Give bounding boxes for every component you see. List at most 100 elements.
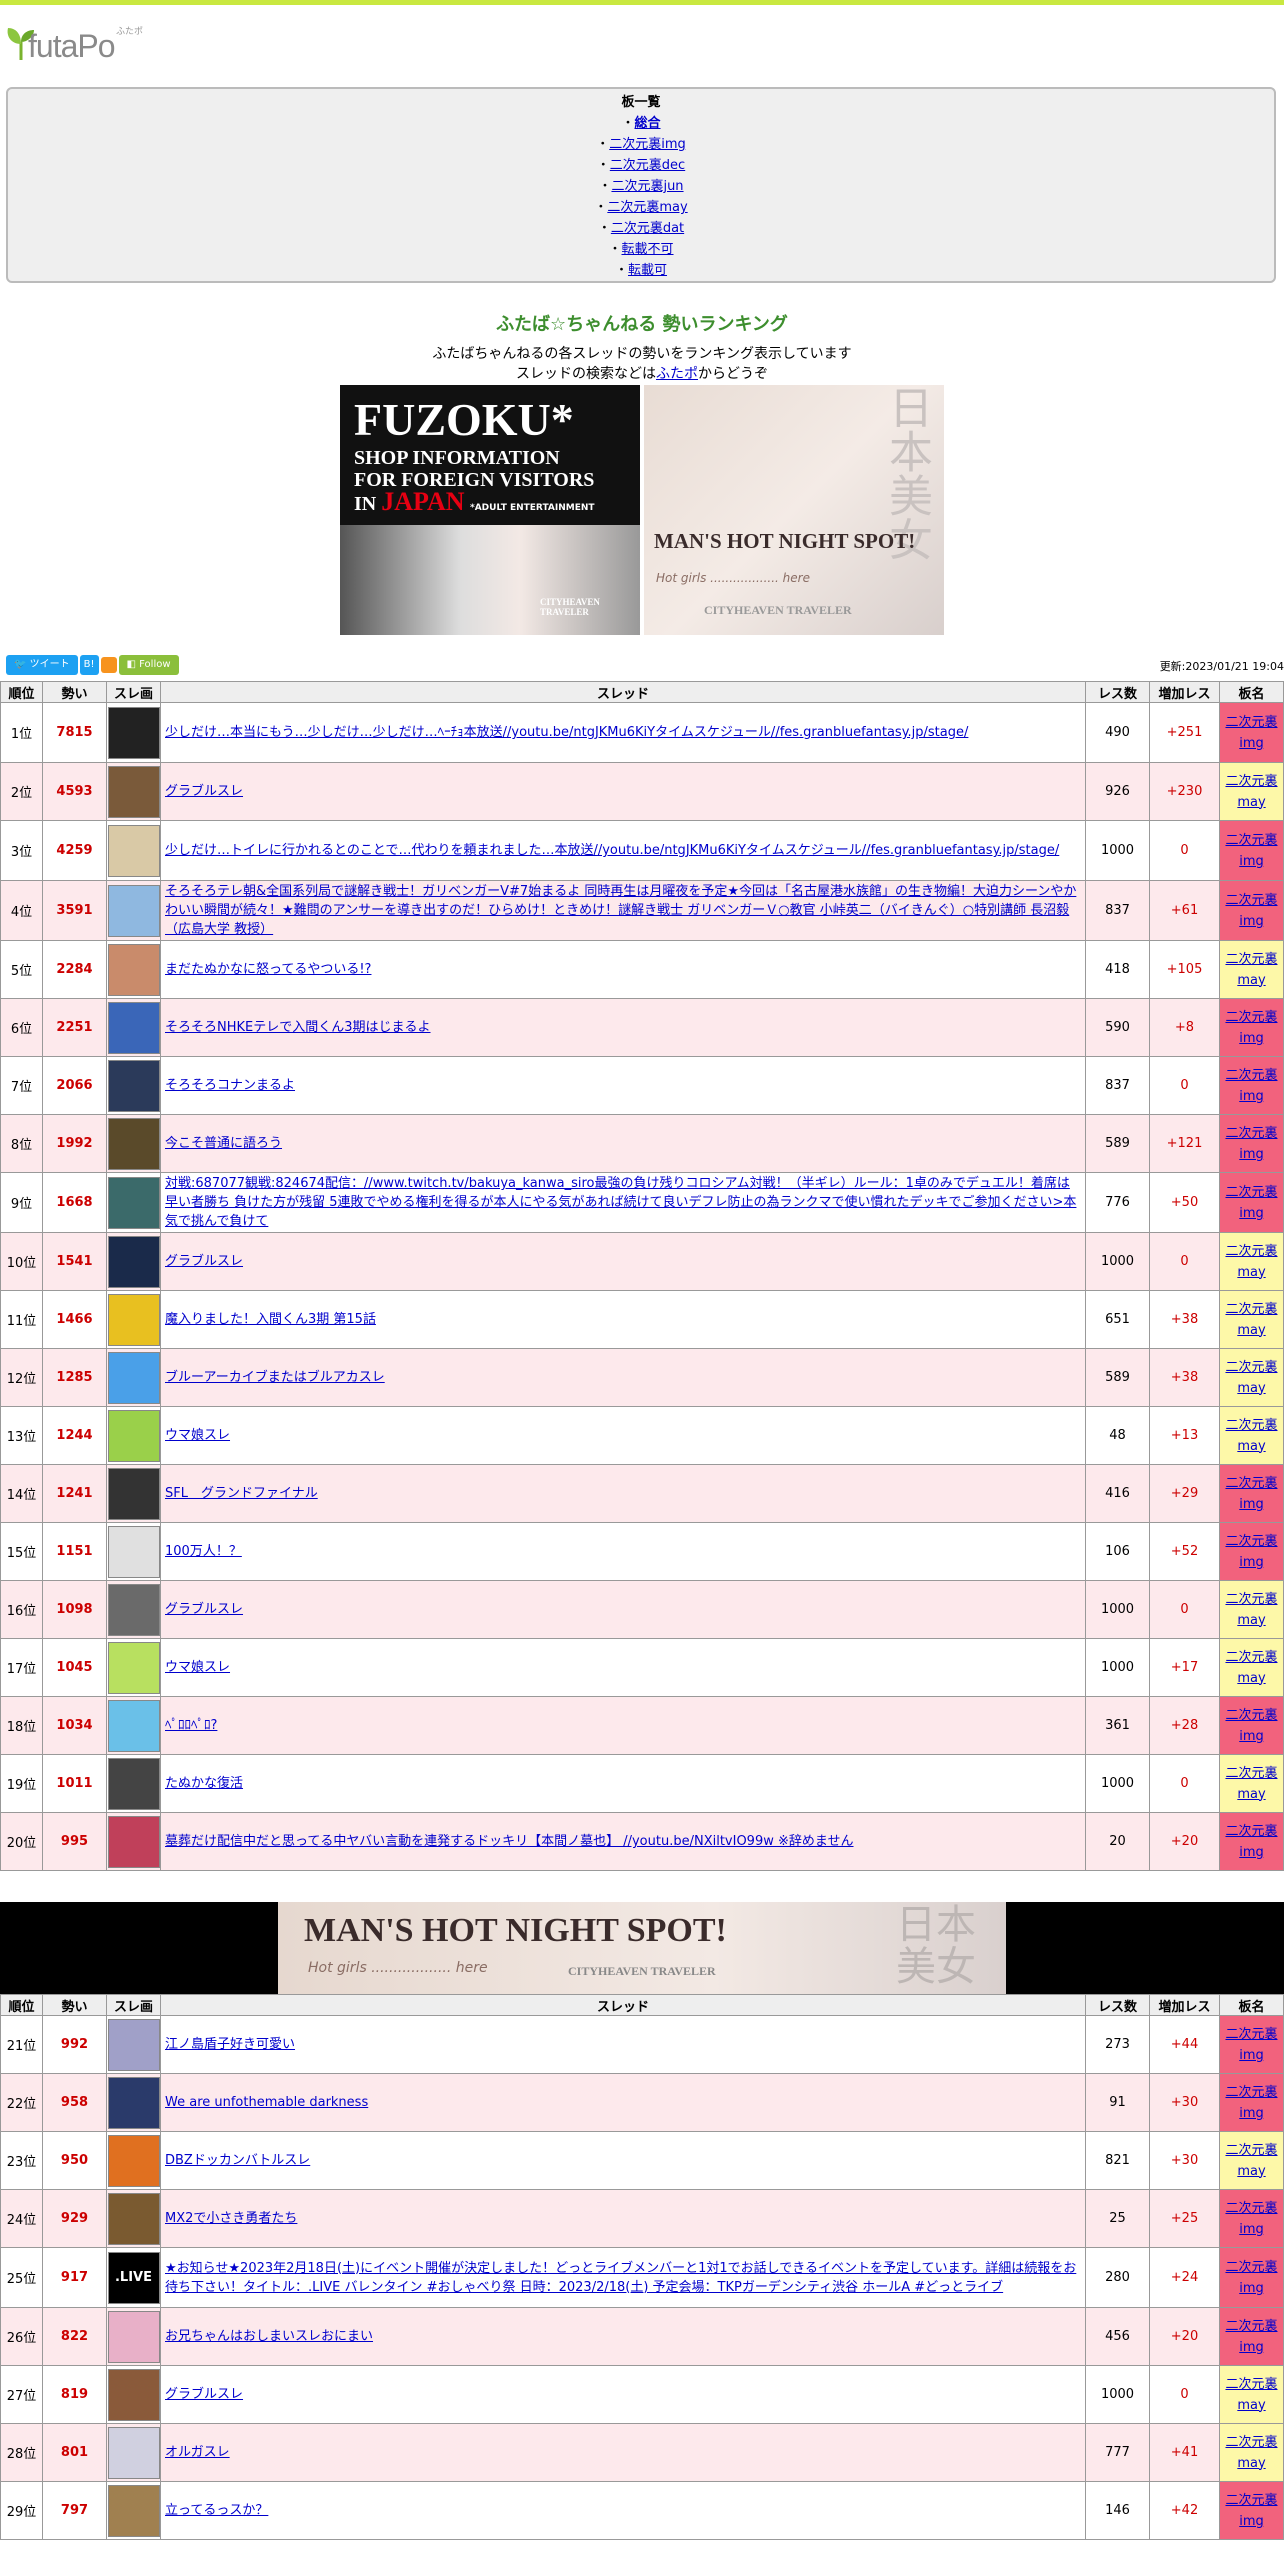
thread-thumbnail[interactable]: [107, 1699, 160, 1752]
board-link[interactable]: 二次元裏 img: [1225, 2260, 1277, 2296]
follow-button[interactable]: ◧ Follow: [118, 655, 179, 675]
rss-icon[interactable]: [100, 657, 117, 673]
board-link-dec[interactable]: 二次元裏dec: [610, 158, 685, 173]
board-link[interactable]: 二次元裏 img: [1225, 1126, 1277, 1162]
thread-thumbnail[interactable]: [107, 1467, 160, 1520]
board-link[interactable]: 二次元裏 img: [1225, 1185, 1277, 1221]
thread-thumbnail[interactable]: [107, 1641, 160, 1694]
board-link[interactable]: 二次元裏 img: [1225, 1534, 1277, 1570]
board-link[interactable]: 二次元裏 may: [1225, 952, 1277, 988]
thread-thumbnail[interactable]: [107, 2076, 160, 2129]
board-link[interactable]: 二次元裏 img: [1225, 2027, 1277, 2063]
thread-thumbnail[interactable]: [107, 1525, 160, 1578]
thread-link[interactable]: グラブルスレ: [165, 2387, 243, 2402]
board-link[interactable]: 二次元裏 may: [1225, 1244, 1277, 1280]
ad-man-banner[interactable]: MAN'S HOT NIGHT SPOT! Hot girls ........…: [278, 1902, 1006, 1994]
ad-banner-top[interactable]: FUZOKU* SHOP INFORMATION FOR FOREIGN VIS…: [340, 385, 944, 635]
board-link[interactable]: 二次元裏 img: [1225, 2085, 1277, 2121]
board-link[interactable]: 二次元裏 may: [1225, 774, 1277, 810]
board-link[interactable]: 二次元裏 may: [1225, 1360, 1277, 1396]
thread-link[interactable]: たぬかな復活: [165, 1776, 243, 1791]
board-link[interactable]: 二次元裏 img: [1225, 1824, 1277, 1860]
thread-thumbnail[interactable]: [107, 1059, 160, 1112]
thread-link[interactable]: そろそろテレ朝&全国系列局で謎解き戦士！ガリベンガーV#7始まるよ 同時再生は月…: [165, 884, 1076, 937]
thread-thumbnail[interactable]: .LIVE: [107, 2251, 160, 2304]
board-link[interactable]: 二次元裏 may: [1225, 2143, 1277, 2179]
board-link[interactable]: 二次元裏 may: [1225, 1766, 1277, 1802]
thread-link[interactable]: 少しだけ…トイレに行かれるとのことで…代わりを頼まれました…本放送//youtu…: [165, 843, 1059, 858]
thread-link[interactable]: ﾍﾟﾛﾛﾍﾟﾛ?: [165, 1718, 217, 1733]
thread-link[interactable]: 100万人！？: [165, 1544, 242, 1559]
thread-link[interactable]: 魔入りました！入間くん3期 第15話: [165, 1312, 376, 1327]
thread-link[interactable]: お兄ちゃんはおしまいスレおにまい: [165, 2329, 373, 2344]
board-link[interactable]: 二次元裏 img: [1225, 1476, 1277, 1512]
thread-link[interactable]: ブルーアーカイブまたはブルアカスレ: [165, 1370, 385, 1385]
thread-thumbnail[interactable]: [107, 1117, 160, 1170]
thread-link[interactable]: SFL グランドファイナル: [165, 1486, 318, 1501]
thread-thumbnail[interactable]: [107, 943, 160, 996]
thread-thumbnail[interactable]: [107, 1176, 160, 1229]
thread-link[interactable]: そろそろコナンまるよ: [165, 1078, 295, 1093]
thread-link[interactable]: 少しだけ…本当にもう…少しだけ…少しだけ…ﾍｰﾁｮ本放送//youtu.be/n…: [165, 725, 968, 740]
thread-thumbnail[interactable]: [107, 1351, 160, 1404]
board-link[interactable]: 二次元裏 img: [1225, 1708, 1277, 1744]
ad-banner-middle[interactable]: MAN'S HOT NIGHT SPOT! Hot girls ........…: [0, 1902, 1284, 1994]
board-link-dat[interactable]: 二次元裏dat: [611, 221, 684, 236]
thread-link[interactable]: オルガスレ: [165, 2445, 230, 2460]
board-link[interactable]: 二次元裏 img: [1225, 833, 1277, 869]
thread-thumbnail[interactable]: [107, 2484, 160, 2537]
thread-thumbnail[interactable]: [107, 1409, 160, 1462]
thread-thumbnail[interactable]: [107, 884, 160, 937]
futapo-link[interactable]: ふたポ: [656, 366, 698, 382]
board-link[interactable]: 二次元裏 img: [1225, 2201, 1277, 2237]
board-link[interactable]: 二次元裏 may: [1225, 2377, 1277, 2413]
thread-link[interactable]: グラブルスレ: [165, 784, 243, 799]
board-link[interactable]: 二次元裏 may: [1225, 1302, 1277, 1338]
thread-link[interactable]: 今こそ普通に語ろう: [165, 1136, 282, 1151]
thread-link[interactable]: 墓葬だけ配信中だと思ってる中ヤバい言動を連発するドッキリ【本間ノ墓也】 //yo…: [165, 1834, 854, 1849]
board-link[interactable]: 二次元裏 img: [1225, 1010, 1277, 1046]
thread-link[interactable]: そろそろNHKEテレで入間くん3期はじまるよ: [165, 1020, 431, 1035]
board-link[interactable]: 二次元裏 may: [1225, 1418, 1277, 1454]
thread-link[interactable]: MX2で小さき勇者たち: [165, 2211, 297, 2226]
thread-thumbnail[interactable]: [107, 2018, 160, 2071]
ad-man-hot-night[interactable]: 日本美女 MAN'S HOT NIGHT SPOT! Hot girls ...…: [644, 385, 944, 635]
thread-link[interactable]: We are unfothemable darkness: [165, 2095, 368, 2110]
board-link-img[interactable]: 二次元裏img: [609, 137, 686, 152]
thread-thumbnail[interactable]: [107, 1235, 160, 1288]
thread-link[interactable]: ウマ娘スレ: [165, 1428, 230, 1443]
board-link[interactable]: 二次元裏 may: [1225, 2435, 1277, 2471]
board-link-tensai-fuka[interactable]: 転載不可: [622, 242, 674, 257]
thread-thumbnail[interactable]: [107, 1757, 160, 1810]
thread-thumbnail[interactable]: [107, 824, 160, 877]
board-link[interactable]: 二次元裏 may: [1225, 1592, 1277, 1628]
thread-thumbnail[interactable]: [107, 2368, 160, 2421]
thread-thumbnail[interactable]: [107, 1001, 160, 1054]
board-link-jun[interactable]: 二次元裏jun: [611, 179, 683, 194]
board-link-may[interactable]: 二次元裏may: [607, 200, 687, 215]
board-link[interactable]: 二次元裏 img: [1225, 1068, 1277, 1104]
thread-link[interactable]: DBZドッカンバトルスレ: [165, 2153, 310, 2168]
hatena-button[interactable]: B!: [79, 655, 99, 675]
thread-thumbnail[interactable]: [107, 1815, 160, 1868]
thread-link[interactable]: 立ってるっスか？: [165, 2503, 268, 2518]
thread-link[interactable]: 江ノ島盾子好き可愛い: [165, 2037, 295, 2052]
thread-link[interactable]: 対戦:687077観戦:824674配信：//www.twitch.tv/bak…: [165, 1176, 1076, 1229]
thread-thumbnail[interactable]: [107, 765, 160, 818]
board-link[interactable]: 二次元裏 img: [1225, 893, 1277, 929]
thread-thumbnail[interactable]: [107, 2310, 160, 2363]
thread-link[interactable]: まだたぬかなに怒ってるやついる!?: [165, 962, 371, 977]
board-link[interactable]: 二次元裏 may: [1225, 1650, 1277, 1686]
thread-link[interactable]: ウマ娘スレ: [165, 1660, 230, 1675]
thread-thumbnail[interactable]: [107, 2426, 160, 2479]
thread-link[interactable]: ★お知らせ★2023年2月18日(土)にイベント開催が決定しました！どっとライブ…: [165, 2261, 1076, 2295]
thread-link[interactable]: グラブルスレ: [165, 1602, 243, 1617]
board-link-sogo[interactable]: 総合: [635, 116, 661, 131]
thread-thumbnail[interactable]: [107, 1293, 160, 1346]
ad-fuzoku[interactable]: FUZOKU* SHOP INFORMATION FOR FOREIGN VIS…: [340, 385, 640, 635]
thread-thumbnail[interactable]: [107, 2134, 160, 2187]
tweet-button[interactable]: 🐦 ツイート: [6, 655, 78, 675]
thread-link[interactable]: グラブルスレ: [165, 1254, 243, 1269]
board-link-tensai-ka[interactable]: 転載可: [628, 263, 667, 278]
thread-thumbnail[interactable]: [107, 2192, 160, 2245]
